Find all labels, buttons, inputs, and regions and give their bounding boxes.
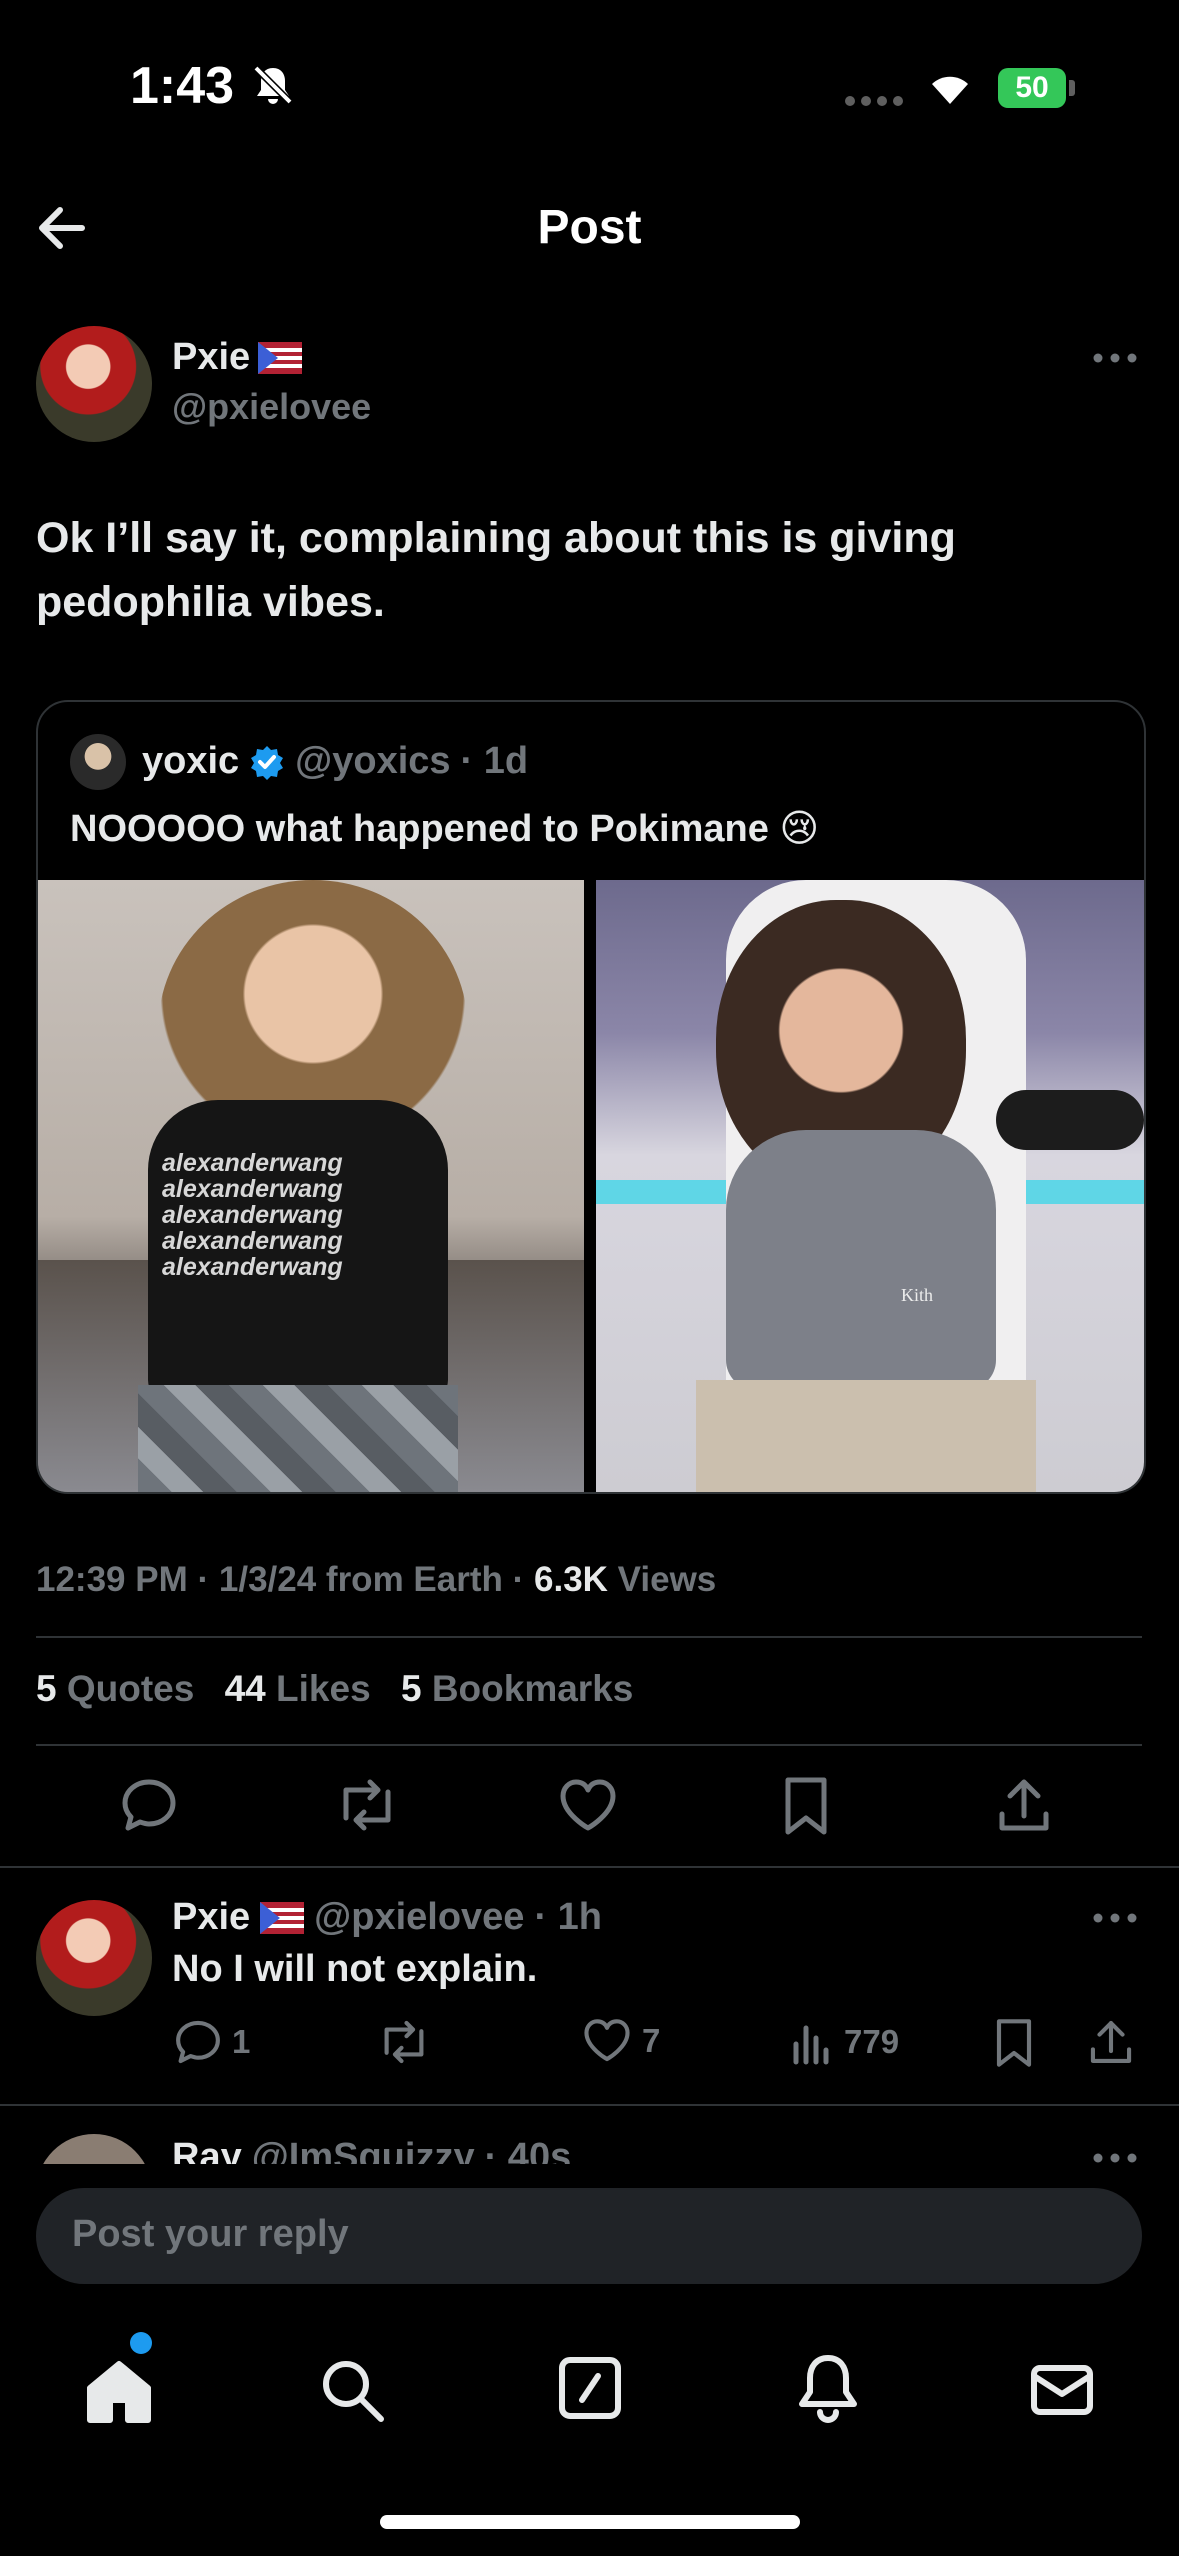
status-bar: 1:43 50: [0, 0, 1179, 170]
reply-like-button[interactable]: 7: [582, 2018, 660, 2064]
mute-icon: [253, 65, 293, 105]
divider: [36, 1636, 1142, 1638]
like-icon[interactable]: [558, 1778, 618, 1834]
shirt-brand-text: Kith: [901, 1285, 934, 1305]
next-reply-avatar[interactable]: [36, 2134, 152, 2164]
bell-icon[interactable]: [796, 2352, 860, 2424]
quoted-post-text-row: NOOOOO what happened to Pokimane 😢: [70, 806, 819, 851]
reply-action-bar: 1 7 779: [0, 2018, 1179, 2068]
quoted-post-card[interactable]: yoxic @yoxics · 1d NOOOOO what happened …: [36, 700, 1146, 1494]
reply-input-placeholder: Post your reply: [72, 2213, 349, 2255]
next-reply-author-row: Ray @ImSquizzy · 40s: [172, 2136, 571, 2164]
home-icon[interactable]: [84, 2356, 154, 2426]
reply-text: No I will not explain.: [172, 1948, 538, 1990]
more-icon[interactable]: [1092, 1910, 1138, 1926]
wifi-icon: [932, 76, 968, 104]
author-name[interactable]: Pxie: [172, 336, 250, 379]
quoted-post-text: NOOOOO what happened to Pokimane: [70, 808, 769, 850]
quotes-stat[interactable]: 5 Quotes: [36, 1668, 205, 1709]
engagement-stats: 5 Quotes 44 Likes 5 Bookmarks: [36, 1668, 633, 1710]
bookmark-icon[interactable]: [994, 2018, 1034, 2068]
post-text-line-2: pedophilia vibes.: [36, 578, 385, 626]
author-handle[interactable]: @pxielovee: [172, 386, 371, 428]
repost-icon[interactable]: [334, 1776, 400, 1834]
battery-nub: [1069, 80, 1075, 96]
reply-author-handle[interactable]: @pxielovee: [314, 1896, 524, 1939]
reply-icon[interactable]: [120, 1776, 178, 1834]
like-icon: [584, 2019, 630, 2062]
quoted-photo-right[interactable]: Kith: [596, 880, 1144, 1492]
quoted-post-time: · 1d: [460, 740, 529, 782]
post-action-bar: [0, 1776, 1179, 1836]
page-title: Post: [537, 201, 642, 254]
mail-icon[interactable]: [1028, 2362, 1096, 2418]
quoted-photo-left[interactable]: alexanderwang alexanderwang alexanderwan…: [38, 880, 584, 1492]
quoted-author-handle[interactable]: @yoxics: [295, 740, 450, 783]
bookmarks-stat[interactable]: 5 Bookmarks: [401, 1668, 633, 1709]
verified-icon: [251, 745, 284, 780]
home-indicator: [380, 2515, 800, 2529]
quoted-avatar[interactable]: [70, 734, 126, 790]
next-reply-author-name[interactable]: Ray: [172, 2136, 242, 2164]
reply-views-button[interactable]: 779: [790, 2018, 899, 2066]
shirt-text-block: alexanderwang alexanderwang alexanderwan…: [162, 1149, 343, 1281]
quoted-author-name[interactable]: yoxic: [142, 740, 239, 783]
flag-icon: [260, 1901, 305, 1934]
signal-dots: [845, 96, 905, 106]
repost-icon[interactable]: [376, 2018, 432, 2066]
compose-icon[interactable]: [556, 2354, 624, 2422]
post-meta: 12:39 PM · 1/3/24 from Earth · 6.3K View…: [36, 1560, 717, 1599]
battery-indicator: 50: [998, 68, 1066, 108]
views-icon: [793, 2025, 829, 2065]
post-text-line-1: Ok I’ll say it, complaining about this i…: [36, 514, 956, 562]
search-icon[interactable]: [318, 2356, 386, 2424]
post-date: 1/3/24 from Earth: [218, 1560, 503, 1599]
reply-time: · 1h: [534, 1896, 602, 1938]
next-reply-peek[interactable]: Ray @ImSquizzy · 40s: [0, 2106, 1179, 2164]
reply-reply-button[interactable]: 1: [174, 2018, 250, 2066]
next-reply-author-handle[interactable]: @ImSquizzy: [252, 2136, 475, 2164]
views-label: Views: [617, 1560, 717, 1599]
divider: [0, 1866, 1179, 1868]
reply-icon: [176, 2020, 220, 2064]
home-notification-dot: [130, 2332, 152, 2354]
more-icon[interactable]: [1092, 2150, 1138, 2164]
reply-author-row: Pxie @pxielovee · 1h: [172, 1896, 602, 1939]
next-reply-time: · 40s: [484, 2136, 572, 2164]
views-count: 6.3K: [534, 1560, 608, 1599]
likes-stat[interactable]: 44 Likes: [225, 1668, 381, 1709]
bookmark-icon[interactable]: [782, 1776, 830, 1836]
share-icon[interactable]: [1088, 2018, 1134, 2066]
divider: [36, 1744, 1142, 1746]
author-name-row[interactable]: Pxie: [172, 336, 303, 379]
share-icon[interactable]: [996, 1776, 1052, 1834]
crying-emoji: 😢: [779, 808, 820, 850]
post-text: Ok I’ll say it, complaining about this i…: [36, 506, 1136, 634]
reply-avatar[interactable]: [36, 1900, 152, 2016]
flag-icon: [258, 341, 303, 374]
author-avatar[interactable]: [36, 326, 152, 442]
status-time: 1:43: [130, 57, 235, 115]
quoted-author-row: yoxic @yoxics · 1d: [142, 740, 528, 783]
more-icon[interactable]: [1092, 350, 1138, 366]
reply-author-name[interactable]: Pxie: [172, 1896, 250, 1939]
post-time: 12:39 PM: [36, 1560, 188, 1599]
